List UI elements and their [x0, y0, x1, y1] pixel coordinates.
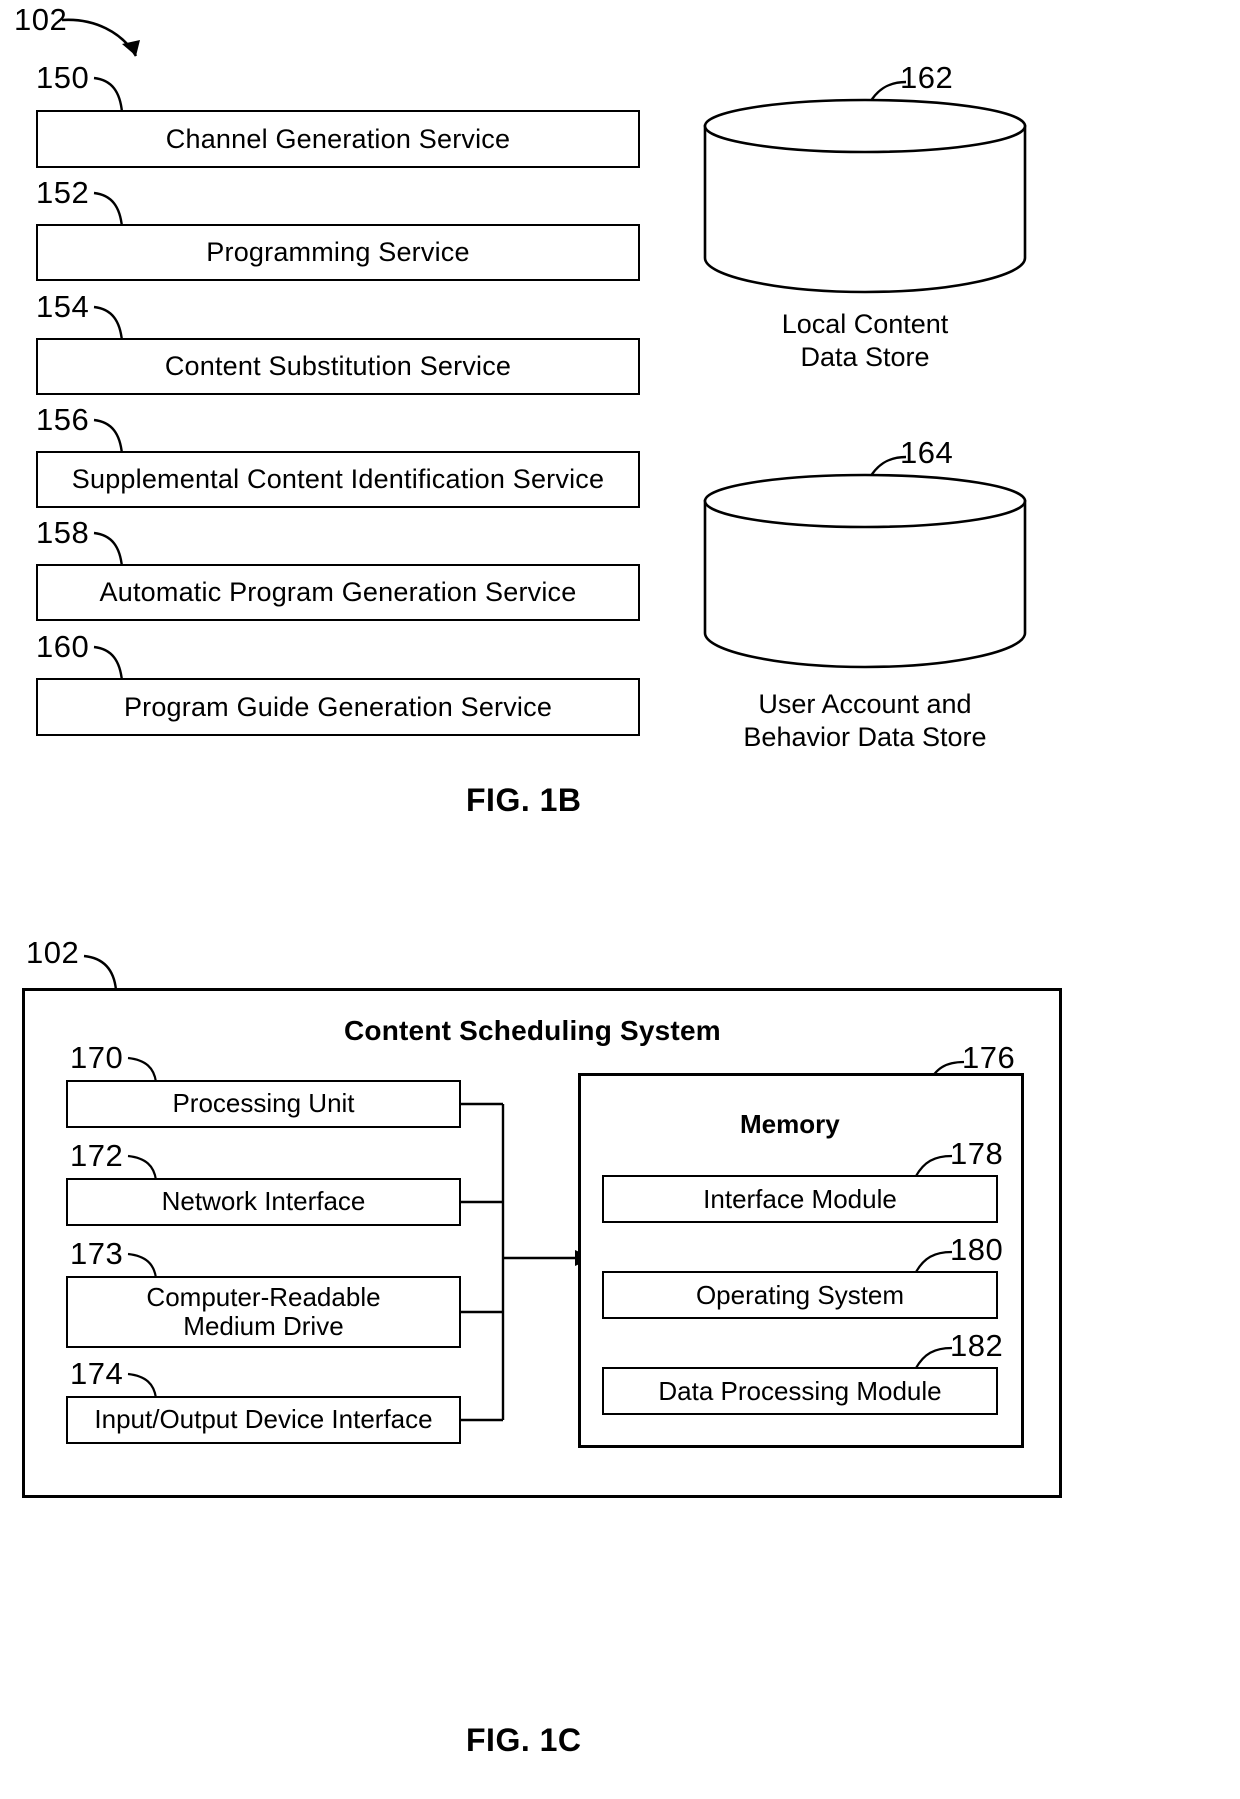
memory-module-label: Operating System: [695, 1279, 905, 1310]
service-label: Program Guide Generation Service: [123, 691, 553, 722]
ref-numeral-182: 182: [950, 1328, 1004, 1363]
ref-numeral-173: 173: [70, 1236, 124, 1271]
service-label: Content Substitution Service: [164, 351, 512, 382]
service-box-channel-generation[interactable]: Channel Generation Service: [36, 110, 640, 168]
memory-module-label: Interface Module: [703, 1183, 897, 1214]
hardware-box-input-output-device-interface[interactable]: Input/Output Device Interface: [66, 1396, 461, 1444]
memory-module-interface-module[interactable]: Interface Module: [602, 1175, 998, 1223]
datastore-label-local-content: Local Content Data Store: [781, 309, 949, 372]
figure-caption-1b: FIG. 1B: [466, 782, 582, 818]
service-box-content-substitution[interactable]: Content Substitution Service: [36, 338, 640, 395]
hardware-label: Input/Output Device Interface: [94, 1404, 433, 1435]
memory-module-operating-system[interactable]: Operating System: [602, 1271, 998, 1319]
memory-module-data-processing-module[interactable]: Data Processing Module: [602, 1367, 998, 1415]
service-label: Automatic Program Generation Service: [99, 577, 577, 608]
ref-numeral-150: 150: [36, 60, 90, 95]
memory-title: Memory: [740, 1109, 840, 1139]
hardware-label: Network Interface: [161, 1186, 366, 1217]
ref-numeral-180: 180: [950, 1232, 1004, 1267]
service-box-automatic-program-generation[interactable]: Automatic Program Generation Service: [36, 564, 640, 621]
service-label: Supplemental Content Identification Serv…: [71, 464, 605, 495]
datastore-cylinder-local-content[interactable]: [700, 96, 1030, 296]
service-box-supplemental-content-identification[interactable]: Supplemental Content Identification Serv…: [36, 451, 640, 508]
datastore-cylinder-user-account[interactable]: [700, 471, 1030, 671]
ref-numeral-102-fig1c: 102: [26, 935, 80, 970]
system-bus-connector: [461, 1102, 593, 1422]
ref-numeral-170: 170: [70, 1040, 124, 1075]
ref-numeral-178: 178: [950, 1136, 1004, 1171]
service-box-programming[interactable]: Programming Service: [36, 224, 640, 281]
ref-numeral-152: 152: [36, 175, 90, 210]
ref-numeral-176: 176: [962, 1040, 1016, 1075]
ref-numeral-172: 172: [70, 1138, 124, 1173]
hardware-box-computer-readable-medium-drive[interactable]: Computer-Readable Medium Drive: [66, 1276, 461, 1348]
hardware-label: Computer-Readable Medium Drive: [146, 1281, 381, 1341]
system-title: Content Scheduling System: [344, 1015, 721, 1046]
ref-numeral-160: 160: [36, 629, 90, 664]
hardware-box-processing-unit[interactable]: Processing Unit: [66, 1080, 461, 1128]
memory-module-label: Data Processing Module: [658, 1375, 942, 1406]
patent-figure-page: 102 150 Channel Generation Service 152 P…: [0, 0, 1240, 1799]
service-label: Programming Service: [206, 237, 470, 268]
ref-numeral-174: 174: [70, 1356, 124, 1391]
ref-numeral-156: 156: [36, 402, 90, 437]
ref-numeral-158: 158: [36, 515, 90, 550]
hardware-box-network-interface[interactable]: Network Interface: [66, 1178, 461, 1226]
service-box-program-guide-generation[interactable]: Program Guide Generation Service: [36, 678, 640, 736]
service-label: Channel Generation Service: [165, 123, 511, 154]
ref-numeral-154: 154: [36, 289, 90, 324]
datastore-label-user-account: User Account and Behavior Data Store: [743, 689, 987, 752]
figure-caption-1c: FIG. 1C: [466, 1722, 582, 1758]
hardware-label: Processing Unit: [172, 1088, 355, 1119]
